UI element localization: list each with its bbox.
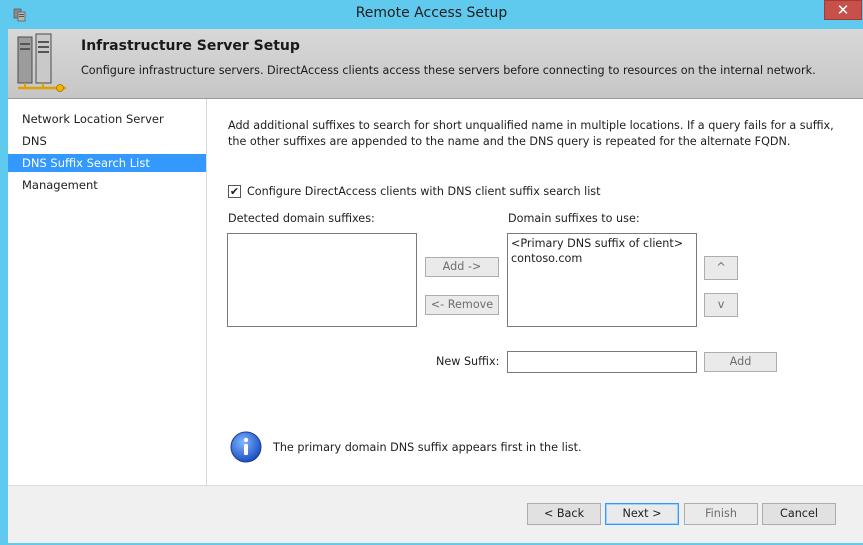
finish-button[interactable]: Finish [684,503,758,525]
move-up-button[interactable]: ^ [704,256,738,280]
nav-item-management[interactable]: Management [8,176,206,194]
remote-access-setup-window: Remote Access Setup ✕ Infrastructure Ser… [0,0,863,545]
wizard-client-area: Infrastructure Server Setup Configure in… [8,29,863,543]
header-subtitle: Configure infrastructure servers. Direct… [81,64,816,77]
nav-item-network-location-server[interactable]: Network Location Server [8,110,206,128]
page-description: Add additional suffixes to search for sh… [228,119,834,148]
next-button[interactable]: Next > [605,503,679,525]
new-suffix-input[interactable] [507,351,697,373]
title-bar[interactable]: Remote Access Setup ✕ [0,0,863,29]
configure-suffix-checkbox[interactable]: ✔ [228,185,241,198]
wizard-navigation: Network Location Server DNS DNS Suffix S… [8,99,207,485]
nav-item-dns-suffix-search-list[interactable]: DNS Suffix Search List [8,154,206,172]
window-title: Remote Access Setup [355,5,508,21]
back-button[interactable]: < Back [527,503,601,525]
nav-item-dns[interactable]: DNS [8,132,206,150]
list-item[interactable]: <Primary DNS suffix of client> [508,236,696,251]
remove-suffix-button[interactable]: <- Remove [425,295,499,315]
configure-suffix-checkbox-label[interactable]: Configure DirectAccess clients with DNS … [247,185,601,198]
list-item[interactable]: contoso.com [508,251,696,266]
header-title: Infrastructure Server Setup [81,38,300,54]
detected-suffixes-label: Detected domain suffixes: [228,212,375,225]
close-button[interactable]: ✕ [824,0,862,20]
wizard-footer: < Back Next > Finish Cancel [8,485,863,543]
wizard-header: Infrastructure Server Setup Configure in… [8,29,863,99]
page-content: Add additional suffixes to search for sh… [207,99,863,485]
add-new-suffix-button[interactable]: Add [704,352,777,372]
new-suffix-label: New Suffix: [436,355,500,368]
move-down-button[interactable]: v [704,293,738,317]
suffixes-to-use-list[interactable]: <Primary DNS suffix of client> contoso.c… [507,233,697,327]
suffixes-to-use-label: Domain suffixes to use: [508,212,640,225]
detected-suffixes-list[interactable] [227,233,417,327]
info-message: The primary domain DNS suffix appears fi… [273,441,582,454]
infrastructure-server-icon [17,33,66,92]
cancel-button[interactable]: Cancel [762,503,836,525]
add-suffix-to-list-button[interactable]: Add -> [425,257,499,277]
info-icon [230,431,262,463]
